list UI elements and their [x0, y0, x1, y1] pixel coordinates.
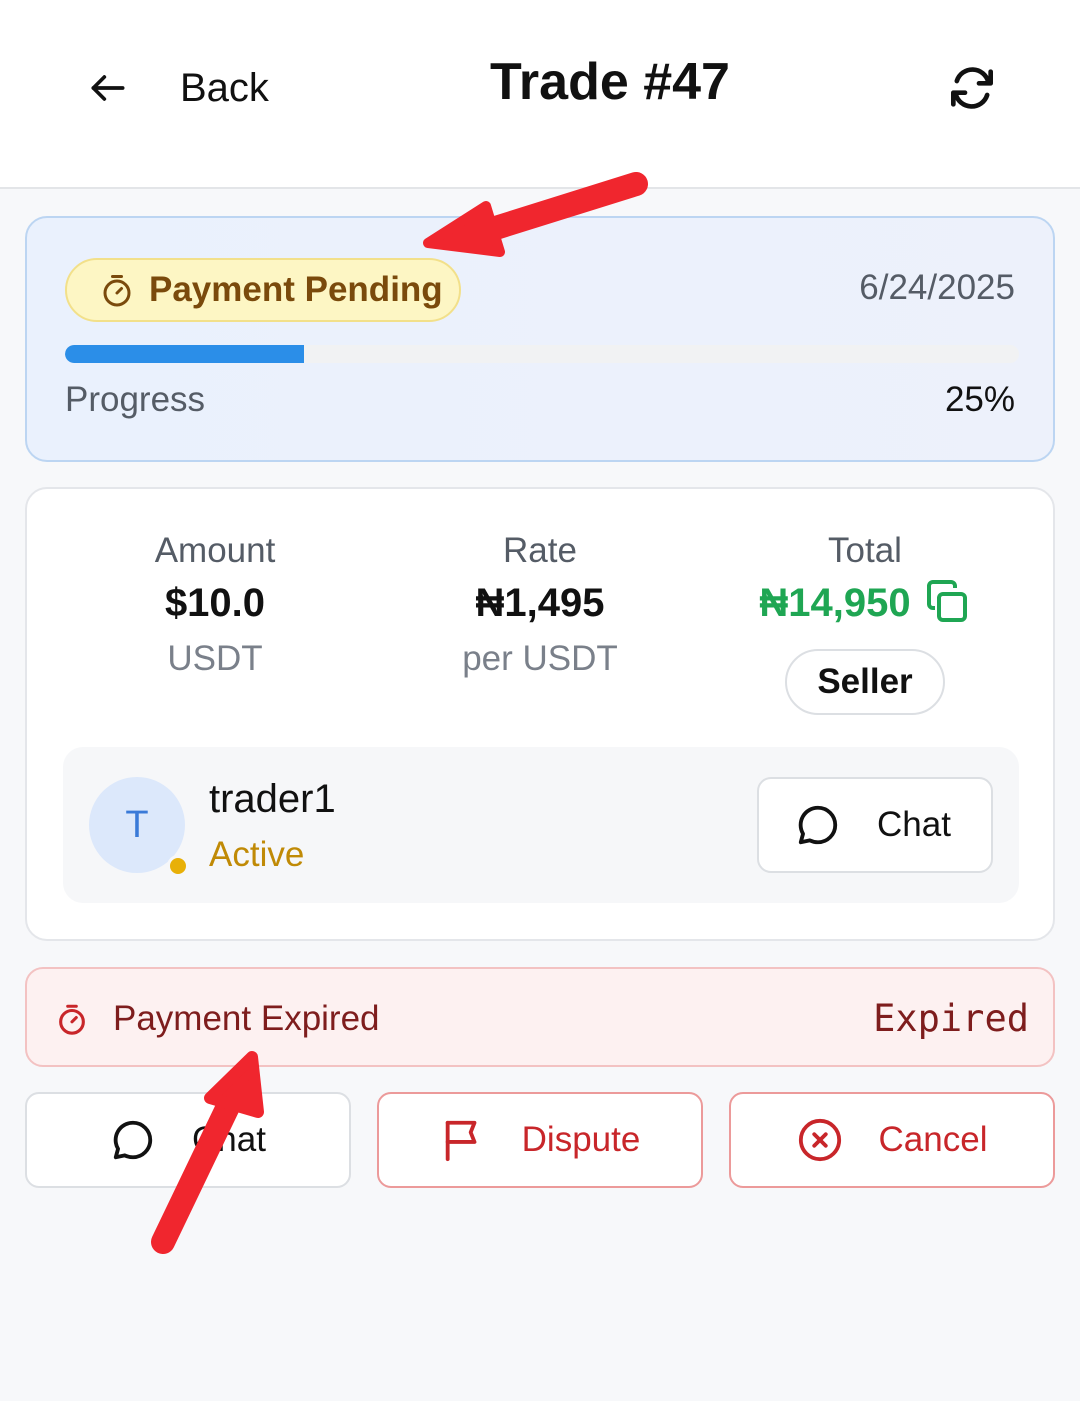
- back-button[interactable]: Back: [86, 58, 269, 118]
- cancel-button[interactable]: Cancel: [729, 1092, 1055, 1188]
- rate-label: Rate: [503, 531, 577, 570]
- chat-bubble-icon: [113, 1120, 153, 1160]
- status-badge-label: Payment Pending: [149, 270, 443, 309]
- total-value-row: ₦14,950: [705, 573, 1025, 631]
- progress-bar: [65, 345, 1019, 363]
- flag-icon: [445, 1120, 477, 1162]
- close-circle-icon: [798, 1118, 841, 1162]
- expired-tag: Expired: [873, 997, 1029, 1040]
- arrow-left-icon: [91, 75, 125, 101]
- amount-currency: USDT: [167, 639, 263, 678]
- trader-info: T trader1 Active Chat: [63, 747, 1019, 903]
- total-label: Total: [828, 531, 902, 570]
- rate-value: ₦1,495: [475, 581, 605, 625]
- page-title: Trade #47: [490, 53, 730, 111]
- rate-unit: per USDT: [462, 639, 618, 678]
- trade-date: 6/24/2025: [859, 268, 1015, 307]
- amount-label: Amount: [154, 531, 276, 570]
- refresh-button[interactable]: [944, 60, 1000, 116]
- timer-icon: [103, 275, 131, 307]
- trader-chat-button[interactable]: Chat: [757, 777, 993, 873]
- refresh-icon: [951, 67, 993, 109]
- status-badge: Payment Pending: [65, 258, 461, 322]
- amount-column: Amount $10.0 USDT: [55, 529, 375, 685]
- chat-bubble-icon: [798, 805, 838, 845]
- cancel-button-label: Cancel: [878, 1120, 988, 1159]
- trader-status: Active: [209, 835, 305, 874]
- copy-icon[interactable]: [923, 578, 971, 626]
- payment-expired-banner: Payment Expired Expired: [25, 967, 1055, 1067]
- total-column: Total ₦14,950 Seller: [705, 529, 1025, 715]
- progress-bar-fill: [65, 345, 304, 363]
- trader-chat-label: Chat: [877, 805, 951, 844]
- timer-icon: [59, 1004, 85, 1035]
- dispute-button[interactable]: Dispute: [377, 1092, 703, 1188]
- total-value: ₦14,950: [759, 581, 911, 625]
- trade-status-card: Payment Pending 6/24/2025 Progress 25%: [25, 216, 1055, 462]
- chat-button[interactable]: Chat: [25, 1092, 351, 1188]
- trader-name: trader1: [209, 777, 336, 821]
- back-label: Back: [180, 65, 269, 110]
- presence-dot: [167, 855, 189, 877]
- chat-button-label: Chat: [192, 1120, 266, 1159]
- rate-column: Rate ₦1,495 per USDT: [380, 529, 700, 685]
- progress-label: Progress: [65, 380, 206, 419]
- progress-value: 25%: [944, 380, 1015, 419]
- amount-value: $10.0: [164, 581, 266, 625]
- role-badge: Seller: [785, 649, 945, 715]
- dispute-button-label: Dispute: [521, 1120, 641, 1159]
- trade-detail-screen: Back Trade #47 Payment Pending 6/24/2025…: [0, 0, 1080, 1401]
- expired-title: Payment Expired: [113, 999, 380, 1038]
- top-app-bar: Back Trade #47: [0, 0, 1080, 189]
- trade-details-card: Amount $10.0 USDT Rate ₦1,495 per USDT T…: [25, 487, 1055, 941]
